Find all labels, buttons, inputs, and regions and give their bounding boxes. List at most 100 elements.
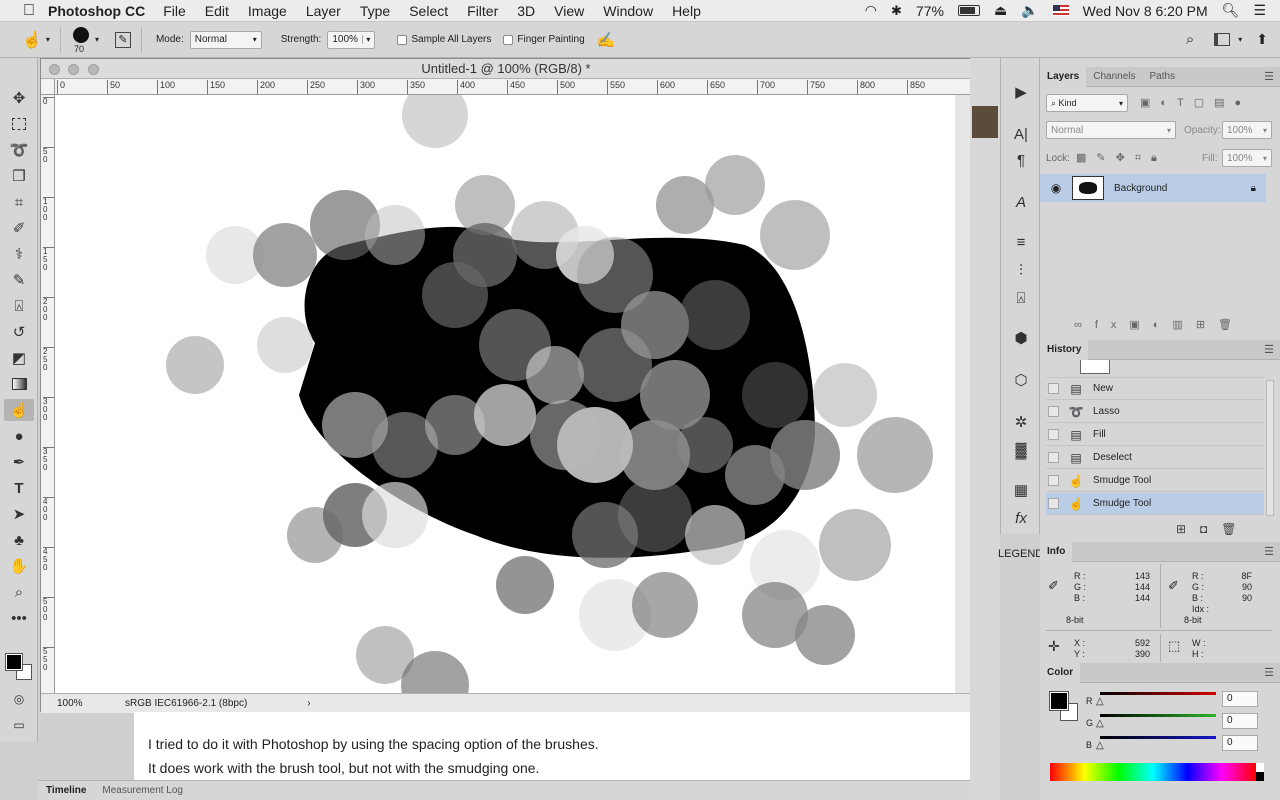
workspace-icon[interactable] [1214, 33, 1231, 46]
path-selection-tool[interactable]: ➤ [4, 503, 34, 525]
gradient-tool[interactable] [4, 373, 34, 395]
custom-shape-tool[interactable]: ♣ [4, 529, 34, 551]
glyphs-icon[interactable]: A [1007, 190, 1035, 214]
zoom-tool[interactable]: ⌕ [4, 581, 34, 603]
sample-all-layers-checkbox[interactable]: Sample All Layers [397, 34, 491, 45]
slider-thumb-icon[interactable]: △ [1096, 718, 1104, 729]
spotlight-icon[interactable]: 🔍︎ [1222, 2, 1240, 19]
layer-name[interactable]: Background [1114, 183, 1167, 194]
grid-icon[interactable]: ▦ [1007, 478, 1035, 502]
history-item-selected[interactable]: ☝ Smudge Tool [1046, 493, 1264, 515]
tab-measurement-log[interactable]: Measurement Log [94, 785, 191, 796]
red-slider[interactable] [1100, 692, 1216, 695]
layer-row[interactable]: ◉ Background 🔒︎ [1040, 174, 1266, 202]
eyedropper-icon[interactable]: ✐ [1048, 578, 1059, 594]
lock-icons[interactable]: ▩✎✥⌗🔒︎ [1076, 151, 1167, 165]
more-tools-icon[interactable]: ••• [4, 607, 34, 629]
menu-view[interactable]: View [554, 3, 584, 19]
history-item[interactable]: ▤ Fill [1046, 424, 1264, 446]
spectrum-black-white[interactable] [1256, 763, 1264, 781]
screen-mode-icon[interactable]: ▭ [4, 714, 34, 736]
mode-select[interactable]: Normal ▾ [189, 30, 262, 49]
panel-menu-icon[interactable]: ☰ [1264, 545, 1274, 558]
blue-value[interactable]: 0 [1222, 735, 1258, 751]
status-chevron-icon[interactable]: › [307, 698, 310, 709]
red-value[interactable]: 0 [1222, 691, 1258, 707]
crop-tool[interactable]: ⌗ [4, 191, 34, 213]
menu-filter[interactable]: Filter [467, 3, 498, 19]
bluetooth-icon[interactable]: ✱ [891, 3, 902, 19]
history-checkbox[interactable] [1048, 475, 1059, 486]
history-item[interactable]: ➰ Lasso [1046, 401, 1264, 423]
brush-tool[interactable]: ✎ [4, 269, 34, 291]
chevron-down-icon[interactable]: ▾ [46, 35, 50, 44]
panel-menu-icon[interactable]: ☰ [1264, 666, 1274, 679]
clone-stamp-tool[interactable]: ⍓ [4, 295, 34, 317]
menu-window[interactable]: Window [603, 3, 653, 19]
history-checkbox[interactable] [1048, 406, 1059, 417]
eject-icon[interactable]: ⏏ [994, 2, 1007, 19]
eyedropper-tool[interactable]: ✐ [4, 217, 34, 239]
history-checkbox[interactable] [1048, 452, 1059, 463]
healing-brush-tool[interactable]: ⚕ [4, 243, 34, 265]
green-value[interactable]: 0 [1222, 713, 1258, 729]
lasso-tool[interactable]: ➰ [4, 139, 34, 161]
blue-slider[interactable] [1100, 736, 1216, 739]
menu-file[interactable]: File [163, 3, 186, 19]
zoom-button[interactable] [88, 64, 99, 75]
styles-icon[interactable]: fx [1007, 506, 1035, 530]
flag-icon[interactable] [1052, 5, 1069, 16]
panel-menu-icon[interactable]: ☰ [1264, 343, 1274, 356]
history-footer-icons[interactable]: ⊞◘🗑︎ [1176, 522, 1251, 536]
character-icon[interactable]: A| [1007, 122, 1035, 146]
history-scrollbar[interactable] [1266, 380, 1274, 516]
close-button[interactable] [49, 64, 60, 75]
marquee-tool[interactable] [4, 113, 34, 135]
tab-channels[interactable]: Channels [1086, 67, 1142, 87]
play-icon[interactable]: ▶ [1007, 80, 1035, 104]
pen-tool[interactable]: ✒ [4, 451, 34, 473]
eraser-tool[interactable]: ◩ [4, 347, 34, 369]
history-item[interactable]: ☝ Smudge Tool [1046, 470, 1264, 492]
type-tool[interactable]: T [4, 477, 34, 499]
pressure-icon[interactable]: ✍ [597, 31, 616, 49]
menu-edit[interactable]: Edit [205, 3, 229, 19]
kind-filter[interactable]: ⌕ Kind ▾ [1046, 94, 1128, 112]
tab-layers[interactable]: Layers [1040, 66, 1087, 87]
apple-icon[interactable]:  [20, 2, 38, 20]
layers-footer-icons[interactable]: ∞fx▣◐▥⊞🗑︎ [1074, 318, 1245, 331]
histogram-icon[interactable]: ▓ [1007, 438, 1035, 462]
battery-icon[interactable] [957, 5, 980, 16]
tab-info[interactable]: Info [1040, 541, 1073, 562]
brush-preview[interactable]: 70 [71, 25, 93, 55]
clock[interactable]: Wed Nov 8 6:20 PM [1083, 3, 1208, 19]
volume-icon[interactable]: 🔈 [1021, 2, 1038, 19]
quick-mask-icon[interactable]: ◎ [4, 688, 34, 710]
move-tool[interactable]: ✥ [4, 87, 34, 109]
ruler-corner[interactable] [41, 79, 55, 95]
smudge-preset-icon[interactable]: ☝ [22, 30, 42, 50]
fill-input[interactable]: 100% ▾ [1222, 149, 1272, 167]
brush-panel-icon[interactable]: ✎ [114, 31, 131, 48]
color-spectrum[interactable] [1050, 763, 1256, 781]
zoom-level[interactable]: 100% [41, 698, 101, 709]
history-item[interactable]: ▤ Deselect [1046, 447, 1264, 469]
eye-icon[interactable]: ◉ [1040, 181, 1072, 195]
history-snapshot[interactable] [1046, 360, 1264, 378]
opacity-input[interactable]: 100% ▾ [1222, 121, 1272, 139]
smudge-tool[interactable]: ☝ [4, 399, 34, 421]
battery-percent[interactable]: 77% [916, 3, 944, 19]
filter-icons[interactable]: ▣◐T▢▤● [1140, 96, 1251, 109]
vertical-scrollbar[interactable] [955, 95, 971, 693]
cube-icon[interactable]: ⬡ [1007, 368, 1035, 392]
eyedropper-icon[interactable]: ✐ [1168, 578, 1179, 594]
history-checkbox[interactable] [1048, 429, 1059, 440]
panel-menu-icon[interactable]: ☰ [1264, 70, 1274, 83]
finger-painting-checkbox[interactable]: Finger Painting [503, 34, 585, 45]
history-checkbox[interactable] [1048, 498, 1059, 509]
clone-source-icon[interactable]: ⍓ [1007, 286, 1035, 310]
blend-mode-select[interactable]: Normal ▾ [1046, 121, 1176, 139]
menu-3d[interactable]: 3D [517, 3, 535, 19]
menu-type[interactable]: Type [360, 3, 390, 19]
history-checkbox[interactable] [1048, 383, 1059, 394]
